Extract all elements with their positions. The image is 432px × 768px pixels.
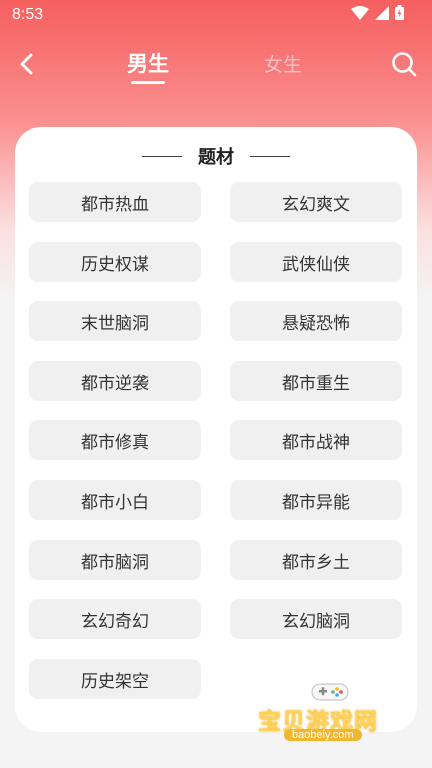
status-time: 8:53 [12,6,44,23]
gamepad-icon [311,683,349,701]
genre-tag[interactable]: 都市重生 [230,361,402,401]
card-header: 题材 [15,143,417,169]
genre-tag[interactable]: 玄幻脑洞 [230,599,402,639]
genre-tag[interactable]: 武侠仙侠 [230,242,402,282]
genre-tag[interactable]: 都市逆袭 [29,361,201,401]
genre-tag[interactable]: 悬疑恐怖 [230,301,402,341]
genre-tag[interactable]: 都市脑洞 [29,540,201,580]
genre-tag[interactable]: 都市热血 [29,182,201,222]
genre-card: 题材 都市热血 玄幻爽文 历史权谋 武侠仙侠 末世脑洞 悬疑恐怖 都市逆袭 都市… [15,127,417,732]
genre-tag[interactable]: 都市修真 [29,420,201,460]
watermark-logo: 宝贝游戏网 baobeiy.com [258,680,408,750]
genre-tag[interactable]: 历史架空 [29,659,201,699]
battery-icon [395,5,404,20]
genre-tag[interactable]: 都市小白 [29,480,201,520]
search-icon [392,52,417,77]
genre-tag[interactable]: 历史权谋 [29,242,201,282]
tab-male[interactable]: 男生 [127,48,169,84]
top-nav: 男生 女生 [0,40,432,90]
genre-tag[interactable]: 都市异能 [230,480,402,520]
genre-tag[interactable]: 都市乡土 [230,540,402,580]
back-button[interactable] [14,50,42,78]
signal-icon [375,5,389,20]
status-bar: 8:53 [0,0,432,30]
chevron-left-icon [20,53,33,75]
status-icons [351,5,404,20]
title-divider-right [250,155,290,157]
genre-tag[interactable]: 末世脑洞 [29,301,201,341]
genre-tag[interactable]: 玄幻奇幻 [29,599,201,639]
card-title: 题材 [198,147,234,168]
watermark-url: baobeiy.com [284,729,362,741]
title-divider-left [142,155,182,157]
wifi-icon [351,5,369,20]
tab-female[interactable]: 女生 [264,50,302,77]
search-button[interactable] [390,50,418,78]
genre-tag[interactable]: 都市战神 [230,420,402,460]
genre-tag[interactable]: 玄幻爽文 [230,182,402,222]
